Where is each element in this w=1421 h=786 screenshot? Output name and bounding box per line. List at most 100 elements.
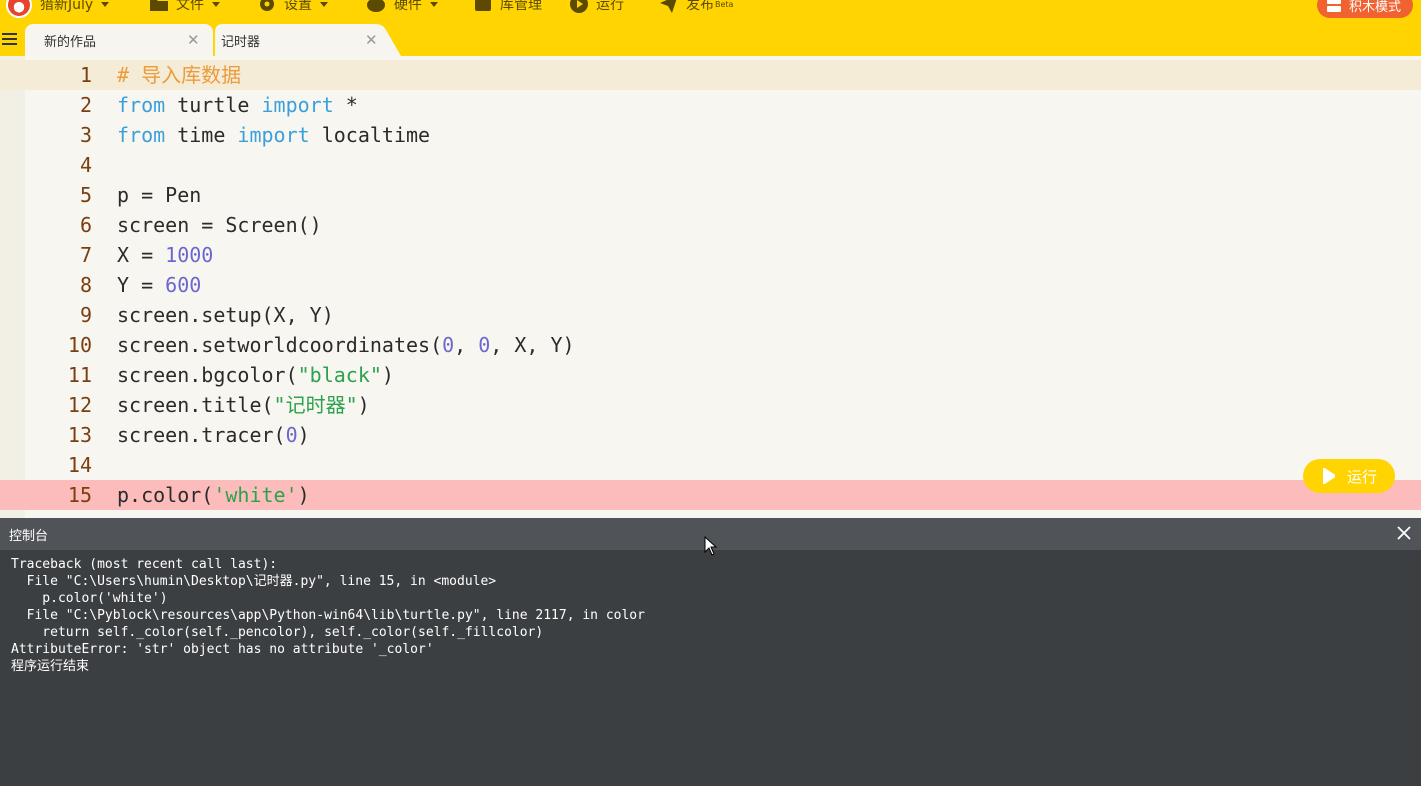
code-line[interactable]: 7 X = 1000 bbox=[0, 240, 1421, 270]
run-button[interactable]: 运行 bbox=[1303, 459, 1395, 493]
line-code: p = Pen bbox=[117, 180, 201, 210]
code-line[interactable]: 2 from turtle import * bbox=[0, 90, 1421, 120]
line-number: 5 bbox=[79, 183, 92, 207]
play-circle-icon bbox=[570, 0, 588, 13]
code-token: 0 bbox=[285, 423, 298, 447]
line-code: screen.setup(X, Y) bbox=[117, 300, 334, 330]
publish-menu[interactable]: 发布 Beta bbox=[660, 0, 733, 15]
line-number: 12 bbox=[67, 393, 92, 417]
code-line[interactable]: 5 p = Pen bbox=[0, 180, 1421, 210]
settings-menu-label: 设置 bbox=[284, 0, 312, 13]
user-name: 猎新July bbox=[40, 0, 94, 13]
line-code: p.color('white') bbox=[117, 480, 310, 510]
file-menu[interactable]: 文件 bbox=[150, 0, 228, 15]
code-token: screen.title( bbox=[117, 393, 274, 417]
tab-label: 新的作品 bbox=[44, 34, 97, 50]
line-code: screen = Screen() bbox=[117, 210, 322, 240]
code-token: X = bbox=[117, 243, 166, 267]
user-avatar[interactable] bbox=[6, 0, 32, 18]
code-line[interactable]: 1 # 导入库数据 bbox=[0, 60, 1421, 90]
line-number: 3 bbox=[79, 123, 92, 147]
line-number: 13 bbox=[67, 423, 92, 447]
console-output[interactable]: Traceback (most recent call last): File … bbox=[0, 550, 1421, 786]
code-token: import bbox=[237, 123, 310, 147]
settings-menu[interactable]: 设置 bbox=[258, 0, 336, 15]
line-number: 8 bbox=[79, 273, 92, 297]
code-token: 'white' bbox=[213, 483, 298, 507]
caret-down-icon bbox=[212, 1, 220, 7]
code-line[interactable]: 4 bbox=[0, 150, 1421, 180]
console-line: 程序运行结束 bbox=[11, 659, 90, 674]
play-icon bbox=[1323, 468, 1335, 484]
tab-timer[interactable]: 记时器 ✕ bbox=[215, 24, 401, 56]
tab-bar: 新的作品 ✕ 记时器 ✕ bbox=[0, 20, 1421, 56]
package-icon bbox=[475, 0, 491, 11]
code-line[interactable]: 13 screen.tracer(0) bbox=[0, 420, 1421, 450]
code-token: screen.bgcolor( bbox=[117, 363, 298, 387]
code-token: , bbox=[454, 333, 479, 357]
code-line[interactable]: 3 from time import localtime bbox=[0, 120, 1421, 150]
hardware-menu[interactable]: 硬件 bbox=[366, 0, 446, 15]
block-mode-button[interactable]: 积木模式 bbox=[1316, 0, 1413, 18]
line-number: 2 bbox=[79, 93, 92, 117]
hardware-menu-label: 硬件 bbox=[394, 0, 422, 13]
code-token: # 导入库数据 bbox=[117, 63, 242, 87]
close-icon[interactable] bbox=[1396, 525, 1412, 541]
library-menu-label: 库管理 bbox=[500, 0, 542, 13]
block-mode-label: 积木模式 bbox=[1348, 0, 1401, 15]
code-editor[interactable]: 1 # 导入库数据 2 from turtle import * 3 from time … bbox=[0, 56, 1421, 518]
code-line[interactable]: 14 bbox=[0, 450, 1421, 480]
blocks-icon bbox=[1326, 0, 1341, 12]
caret-down-icon bbox=[101, 1, 110, 7]
hamburger-icon[interactable] bbox=[2, 33, 17, 45]
mouse-cursor-icon bbox=[704, 536, 718, 556]
code-token: localtime bbox=[309, 123, 431, 147]
code-line[interactable]: 9 screen.setup(X, Y) bbox=[0, 300, 1421, 330]
line-number: 7 bbox=[79, 243, 92, 267]
code-token: screen.setworldcoordinates( bbox=[117, 333, 443, 357]
code-token: p.color( bbox=[117, 483, 214, 507]
code-line[interactable]: 15 p.color('white') bbox=[0, 480, 1421, 510]
run-button-label: 运行 bbox=[1347, 467, 1378, 486]
code-token: screen.setup(X, Y) bbox=[117, 303, 334, 327]
code-token: turtle bbox=[165, 93, 262, 117]
user-menu[interactable]: 猎新July bbox=[40, 0, 117, 15]
line-number: 15 bbox=[67, 483, 92, 507]
line-number: 11 bbox=[67, 363, 92, 387]
line-number: 4 bbox=[79, 153, 92, 177]
publish-menu-label: 发布 bbox=[686, 0, 714, 13]
code-line[interactable]: 10 screen.setworldcoordinates(0, 0, X, Y) bbox=[0, 330, 1421, 360]
code-token: from bbox=[117, 93, 166, 117]
gear-icon bbox=[260, 0, 274, 11]
line-number: 14 bbox=[67, 453, 92, 477]
code-token: p = Pen bbox=[117, 183, 202, 207]
line-code: screen.setworldcoordinates(0, 0, X, Y) bbox=[117, 330, 575, 360]
console-line: AttributeError: 'str' object has no attr… bbox=[11, 642, 434, 657]
menu-bar: 猎新July 文件 设置 硬件 库管理 运行 发布 Beta 积木模式 bbox=[0, 0, 1421, 20]
code-token: ) bbox=[297, 423, 310, 447]
run-menu[interactable]: 运行 bbox=[570, 0, 624, 15]
code-line[interactable]: 8 Y = 600 bbox=[0, 270, 1421, 300]
tab-new-work[interactable]: 新的作品 ✕ bbox=[25, 24, 213, 56]
line-number: 10 bbox=[67, 333, 92, 357]
console-title: 控制台 bbox=[9, 528, 49, 544]
line-number: 1 bbox=[79, 63, 92, 87]
code-token: , X, Y) bbox=[490, 333, 575, 357]
line-code: # 导入库数据 bbox=[117, 60, 241, 90]
code-token: * bbox=[333, 93, 358, 117]
code-token: screen.tracer( bbox=[117, 423, 286, 447]
close-icon[interactable]: ✕ bbox=[187, 31, 200, 49]
line-code: X = 1000 bbox=[117, 240, 213, 270]
file-menu-label: 文件 bbox=[176, 0, 204, 13]
code-line[interactable]: 11 screen.bgcolor("black") bbox=[0, 360, 1421, 390]
code-token: screen = Screen() bbox=[117, 213, 322, 237]
code-token: "black" bbox=[297, 363, 382, 387]
console-line: Traceback (most recent call last): bbox=[11, 557, 278, 572]
close-icon[interactable]: ✕ bbox=[365, 31, 378, 49]
code-line[interactable]: 6 screen = Screen() bbox=[0, 210, 1421, 240]
library-menu[interactable]: 库管理 bbox=[474, 0, 542, 15]
code-token: ) bbox=[381, 363, 394, 387]
code-line[interactable]: 12 screen.title("记时器") bbox=[0, 390, 1421, 420]
code-token: 1000 bbox=[165, 243, 214, 267]
code-token: 0 bbox=[478, 333, 491, 357]
